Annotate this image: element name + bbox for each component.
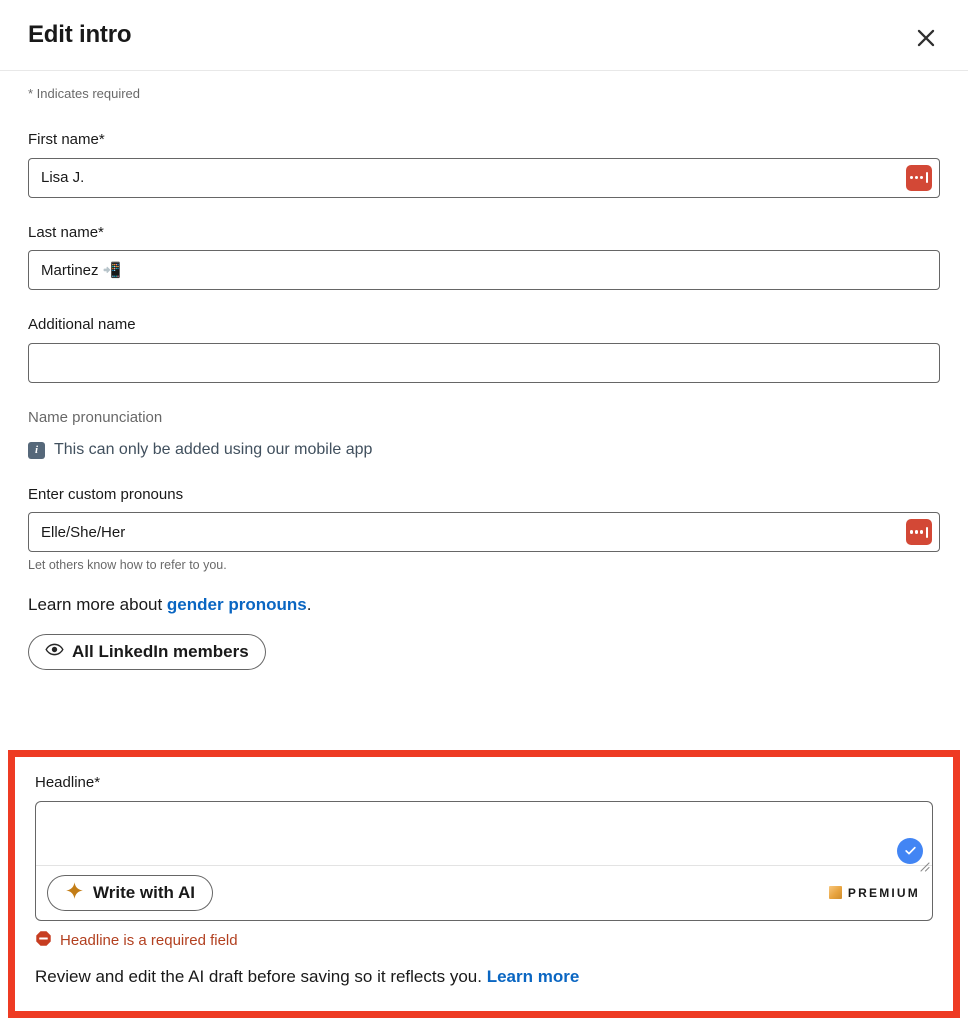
additional-name-input-wrap — [28, 342, 940, 383]
field-group-additional-name: Additional name — [28, 314, 940, 383]
field-group-pronouns: Enter custom pronouns Let others know ho… — [28, 484, 940, 575]
gender-pronouns-learn-more-line: Learn more about gender pronouns. — [28, 592, 940, 618]
name-pronunciation-label: Name pronunciation — [28, 408, 163, 426]
ai-draft-learn-more-link[interactable]: Learn more — [487, 967, 580, 986]
lastpass-icon[interactable] — [906, 164, 932, 191]
name-pronunciation-note: i This can only be added using our mobil… — [28, 439, 940, 461]
linkedin-premium-icon — [828, 886, 842, 899]
first-name-label: First name* — [28, 131, 105, 149]
last-name-input-wrap — [28, 250, 940, 291]
lastpass-icon[interactable] — [906, 519, 932, 546]
gender-pronouns-link[interactable]: gender pronouns — [167, 595, 307, 614]
required-indicator-note: * Indicates required — [28, 86, 141, 101]
write-with-ai-button[interactable]: Write with AI — [47, 874, 213, 911]
first-name-input-wrap — [28, 157, 940, 198]
eye-icon — [45, 640, 64, 664]
learn-more-suffix: . — [306, 595, 312, 615]
modal-body: * Indicates required First name* Last na… — [0, 71, 968, 686]
visibility-button[interactable]: All LinkedIn members — [28, 633, 266, 670]
info-icon: i — [28, 441, 45, 459]
name-pronunciation-note-text: This can only be added using our mobile … — [54, 441, 373, 459]
pronouns-helper-text: Let others know how to refer to you. — [28, 558, 227, 573]
visibility-label: All LinkedIn members — [72, 641, 249, 661]
last-name-label: Last name* — [28, 223, 104, 241]
headline-error: Headline is a required field — [35, 930, 933, 952]
headline-label: Headline* — [35, 774, 101, 791]
headline-input[interactable] — [36, 801, 932, 865]
additional-name-label: Additional name — [28, 316, 136, 334]
close-icon — [913, 25, 939, 51]
page-title: Edit intro — [28, 20, 132, 48]
pronouns-label: Enter custom pronouns — [28, 485, 184, 503]
last-name-input[interactable] — [28, 250, 940, 291]
field-group-last-name: Last name* — [28, 222, 940, 291]
first-name-input[interactable] — [28, 157, 940, 198]
write-with-ai-label: Write with AI — [93, 882, 195, 902]
sparkle-icon — [65, 881, 84, 905]
close-button[interactable] — [904, 16, 948, 60]
pronouns-input-wrap — [28, 512, 940, 553]
field-group-first-name: First name* — [28, 129, 940, 198]
ai-draft-note-text: Review and edit the AI draft before savi… — [35, 966, 487, 986]
premium-label: PREMIUM — [847, 885, 920, 900]
ai-draft-note: Review and edit the AI draft before savi… — [35, 964, 933, 990]
additional-name-input[interactable] — [28, 342, 940, 383]
learn-more-prefix: Learn more about — [28, 595, 167, 615]
premium-badge: PREMIUM — [828, 885, 920, 900]
name-pronunciation-block: Name pronunciation i This can only be ad… — [28, 407, 940, 462]
error-octagon-icon — [35, 930, 52, 952]
headline-toolbar: Write with AI PREMIUM — [36, 864, 932, 920]
headline-box: Write with AI PREMIUM — [35, 800, 933, 921]
headline-highlight-region: Headline* Write with AI PREMIUM Headline… — [8, 750, 960, 1018]
pronouns-input[interactable] — [28, 512, 940, 553]
modal-header: Edit intro — [0, 0, 968, 71]
headline-error-text: Headline is a required field — [60, 931, 238, 949]
resize-grip-icon[interactable] — [916, 858, 930, 872]
